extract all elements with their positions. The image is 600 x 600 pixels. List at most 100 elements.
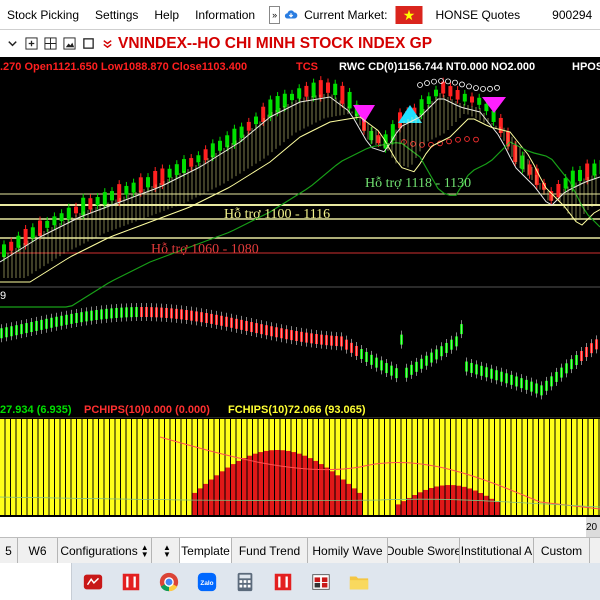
red-volume-bar xyxy=(324,467,329,515)
vietnam-flag-icon[interactable] xyxy=(395,5,423,24)
candle-body xyxy=(290,93,294,101)
signal-dot xyxy=(424,80,430,86)
tab-homily-wave[interactable]: Homily Wave xyxy=(308,538,388,563)
candle-body xyxy=(491,111,496,122)
red-volume-bar xyxy=(209,479,214,515)
tab-double-swore[interactable]: Double Swore xyxy=(388,538,460,563)
yellow-volume-bar xyxy=(126,419,131,515)
red-volume-bar xyxy=(302,455,307,515)
yellow-volume-bar xyxy=(555,419,560,515)
double-chevron-icon[interactable] xyxy=(101,37,114,50)
yellow-volume-bar xyxy=(27,419,32,515)
tab-template[interactable]: Template xyxy=(180,538,232,563)
candle-body xyxy=(304,85,309,97)
menu-help[interactable]: Help xyxy=(146,8,187,22)
app-red-icon[interactable] xyxy=(82,571,104,593)
red-volume-bar xyxy=(352,488,357,515)
signal-dot xyxy=(459,81,465,88)
yellow-volume-bar xyxy=(511,419,516,515)
file-explorer-icon[interactable] xyxy=(348,571,370,593)
yellow-volume-bar xyxy=(561,419,566,515)
yellow-volume-bar xyxy=(60,419,65,515)
candle-body xyxy=(455,90,460,100)
candle-body xyxy=(117,184,122,202)
candle-body xyxy=(477,97,482,105)
signal-dot xyxy=(473,136,479,143)
red-volume-bar xyxy=(346,483,351,515)
stepper-icon[interactable]: ▲ ▼ xyxy=(141,543,149,558)
candle-body xyxy=(470,96,474,103)
image-icon[interactable] xyxy=(63,37,76,50)
red-volume-bar xyxy=(429,487,434,515)
candle-body xyxy=(59,213,64,222)
yellow-volume-bar xyxy=(71,419,76,515)
yellow-volume-bar xyxy=(517,419,522,515)
candle-body xyxy=(326,82,330,93)
yellow-volume-bar xyxy=(115,419,120,515)
tab-custom[interactable]: Custom xyxy=(534,538,590,563)
yellow-volume-bar xyxy=(577,419,582,515)
yellow-volume-bar xyxy=(137,419,142,515)
menu-scroll-arrow[interactable]: » xyxy=(269,5,281,24)
plus-box-icon[interactable] xyxy=(25,37,38,50)
cloud-icon[interactable] xyxy=(284,8,298,22)
taskbar-search-box[interactable] xyxy=(0,563,72,600)
tab-bar: 5 W6 Configurations ▲ ▼ ▲ ▼ Template Fund … xyxy=(0,537,600,563)
app-red-chart-2-icon[interactable] xyxy=(272,571,294,593)
candle-body xyxy=(513,144,518,162)
candle-body xyxy=(131,182,136,193)
app-red-chart-icon[interactable] xyxy=(120,571,142,593)
candle-body xyxy=(254,116,258,125)
chrome-icon[interactable] xyxy=(158,571,180,593)
yellow-volume-bar xyxy=(93,419,98,515)
market-value[interactable]: HONSE Quotes xyxy=(435,8,520,22)
red-volume-bar xyxy=(242,458,247,515)
tab-configurations[interactable]: Configurations ▲ ▼ xyxy=(58,538,152,563)
indicator-value-1: 27.934 (6.935) xyxy=(0,404,72,416)
tab-w6[interactable]: W6 xyxy=(18,538,58,563)
candle-body xyxy=(52,216,57,226)
candle-body xyxy=(124,185,129,195)
menu-stock-picking[interactable]: Stock Picking xyxy=(0,8,87,22)
app-window: Stock Picking Settings Help Information … xyxy=(0,0,600,600)
candle-body xyxy=(167,168,172,178)
tab-5[interactable]: 5 xyxy=(0,538,18,563)
app-windows-icon[interactable] xyxy=(310,571,332,593)
menu-settings[interactable]: Settings xyxy=(87,8,146,22)
tab-fund-trend[interactable]: Fund Trend xyxy=(232,538,308,563)
square-icon[interactable] xyxy=(82,37,95,50)
red-volume-bar xyxy=(335,475,340,515)
zalo-icon[interactable]: Zalo xyxy=(196,571,218,593)
candle-body xyxy=(484,103,489,112)
red-volume-bar xyxy=(214,475,219,515)
tab-scroll[interactable]: ▲ ▼ xyxy=(152,538,180,563)
ma-line-slow xyxy=(0,141,600,308)
chevron-down-icon[interactable] xyxy=(6,37,19,50)
candle-body xyxy=(246,121,251,131)
yellow-volume-bar xyxy=(390,419,395,515)
red-volume-bar xyxy=(440,485,445,515)
candle-body xyxy=(189,158,194,167)
chart-area[interactable]: .270 Open1121.650 Low1088.870 Close1103.… xyxy=(0,57,600,537)
yellow-volume-bar xyxy=(566,419,571,515)
red-volume-bar xyxy=(275,450,280,515)
tab-institutional[interactable]: Institutional A xyxy=(460,538,534,563)
candle-body xyxy=(275,96,280,113)
price-chart[interactable]: .270 Open1121.650 Low1088.870 Close1103.… xyxy=(0,57,600,517)
yellow-volume-bar xyxy=(495,419,500,515)
candle-body xyxy=(45,220,50,228)
candle-body xyxy=(239,126,244,138)
yellow-volume-bar xyxy=(379,419,384,515)
candle-body xyxy=(318,80,323,98)
red-volume-bar xyxy=(253,453,258,515)
candle-body xyxy=(203,149,208,161)
date-axis xyxy=(0,517,586,537)
grid-icon[interactable] xyxy=(44,37,57,50)
menu-information[interactable]: Information xyxy=(187,8,263,22)
ohlc-readout: .270 Open1121.650 Low1088.870 Close1103.… xyxy=(0,61,247,73)
support-label-3: Hỗ trợ 1060 - 1080 xyxy=(151,242,259,257)
calculator-icon[interactable] xyxy=(234,571,256,593)
red-volume-bar xyxy=(412,495,417,515)
yellow-volume-bar xyxy=(0,419,5,515)
tcs-label: TCS xyxy=(296,61,318,73)
